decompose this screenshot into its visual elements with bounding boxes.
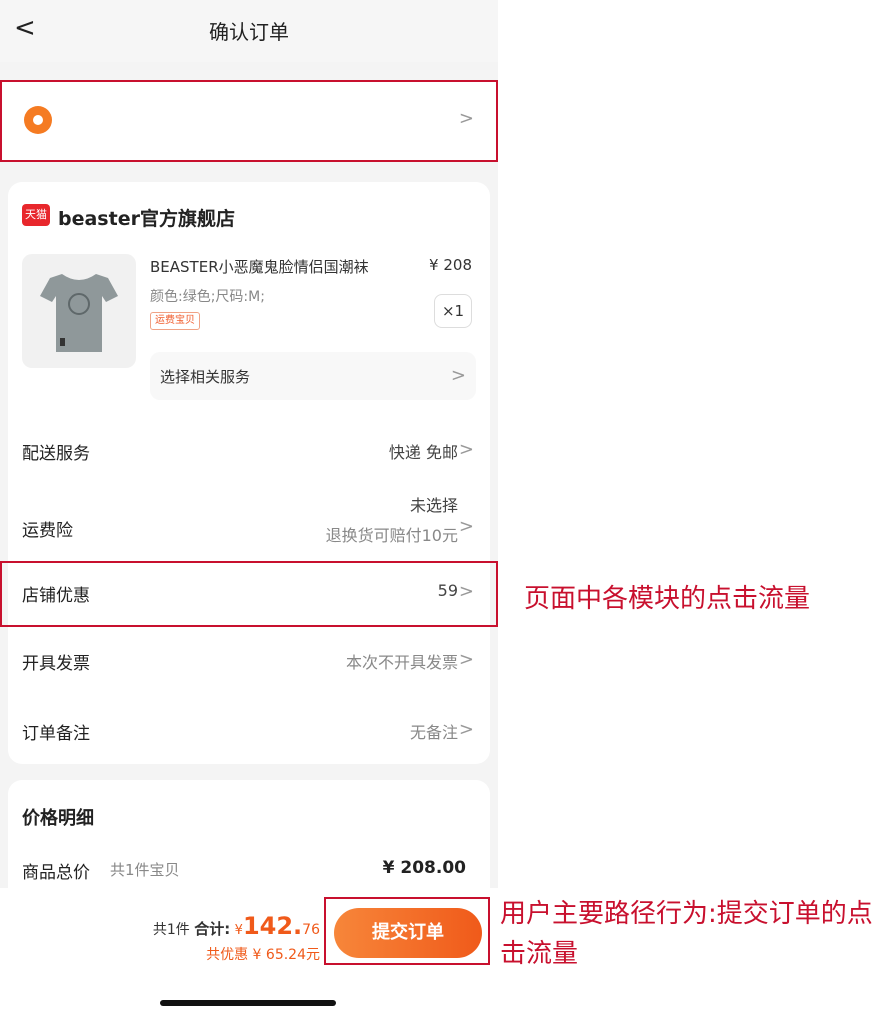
note-value: 无备注 (409, 723, 458, 742)
store-name[interactable]: beaster官方旗舰店 (58, 204, 235, 231)
note-label: 订单备注 (22, 724, 90, 744)
invoice-label: 开具发票 (22, 654, 90, 674)
highlight-box-coupon (0, 561, 498, 627)
total-currency: ¥ (234, 923, 243, 938)
chevron-right-icon: > (450, 365, 466, 386)
annotation-submit-clicks: 用户主要路径行为:提交订单的点击流量 (500, 899, 873, 969)
chevron-right-icon: > (458, 516, 474, 537)
home-indicator[interactable] (160, 1000, 336, 1006)
shipping-label: 配送服务 (22, 444, 90, 464)
select-service-label: 选择相关服务 (160, 368, 251, 386)
order-card: 天猫 beaster官方旗舰店 BEASTER小恶魔鬼脸情侣国潮袜 ¥ 208 … (8, 182, 490, 764)
total-label: 合计: (194, 920, 231, 938)
goods-total-value: ¥ 208.00 (382, 858, 466, 878)
product-tag: 运费宝贝 (150, 312, 200, 330)
invoice-value: 本次不开具发票 (345, 653, 458, 672)
chevron-right-icon: > (458, 649, 474, 670)
highlight-box-address (0, 80, 498, 162)
discount-summary: 共优惠 ¥ 65.24元 (206, 947, 320, 963)
product-spec[interactable]: 颜色:绿色;尺码:M; (150, 286, 265, 306)
total-summary: 共1件 合计: ¥142.76 (153, 912, 320, 940)
order-note-row[interactable]: 订单备注 无备注 > (8, 706, 490, 756)
total-decimal: 76 (302, 922, 320, 938)
page-title: 确认订单 (209, 20, 289, 44)
tshirt-icon (40, 274, 118, 352)
product-image[interactable] (22, 254, 136, 368)
goods-total-label: 商品总价 (22, 863, 90, 883)
chevron-right-icon: > (458, 719, 474, 740)
annotation-module-clicks: 页面中各模块的点击流量 (524, 584, 811, 614)
highlight-box-submit (324, 897, 490, 965)
shipping-value: 快递 免邮 (388, 443, 458, 462)
store-badge-icon: 天猫 (22, 204, 50, 226)
product-price: ¥ 208 (429, 256, 472, 274)
chevron-right-icon: > (458, 439, 474, 460)
price-detail-title: 价格明细 (22, 808, 94, 829)
insurance-label: 运费险 (22, 521, 73, 541)
insurance-subtext: 退换货可赔付10元 (325, 526, 458, 545)
shipping-insurance-row[interactable]: 运费险 未选择 退换货可赔付10元 > (8, 488, 490, 562)
invoice-row[interactable]: 开具发票 本次不开具发票 > (8, 636, 490, 686)
total-amount: 142. (242, 912, 303, 940)
select-service-row[interactable]: 选择相关服务 > (150, 352, 476, 400)
insurance-value: 未选择 (409, 496, 458, 515)
item-count: 共1件 (152, 922, 190, 938)
top-navigation-bar: < 确认订单 (0, 0, 498, 62)
product-title[interactable]: BEASTER小恶魔鬼脸情侣国潮袜 (150, 256, 369, 277)
shipping-service-row[interactable]: 配送服务 快递 免邮 > (8, 426, 490, 476)
quantity-stepper[interactable]: ×1 (434, 294, 472, 328)
goods-count: 共1件宝贝 (110, 861, 180, 879)
